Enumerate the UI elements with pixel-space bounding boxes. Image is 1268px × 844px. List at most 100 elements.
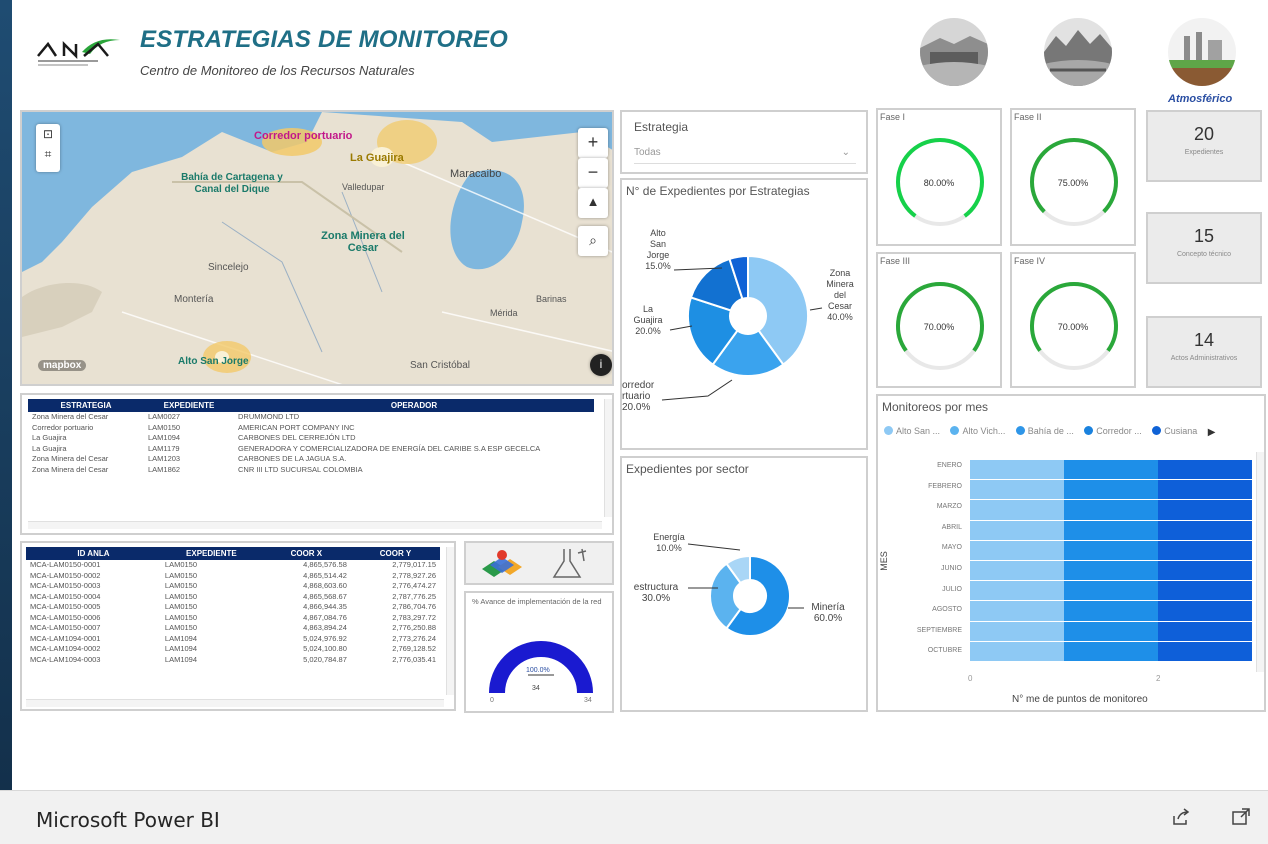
- bar-row[interactable]: [970, 621, 1252, 641]
- bar-segment[interactable]: [1064, 520, 1158, 540]
- bar-segment[interactable]: [1158, 601, 1252, 621]
- table-row[interactable]: MCA-LAM1094-0003 LAM1094 5,020,784.87 2,776…: [26, 655, 440, 666]
- table-row[interactable]: MCA-LAM0150-0006 LAM0150 4,867,084.76 2,783…: [26, 613, 440, 624]
- zoom-in-button[interactable]: +: [578, 128, 608, 158]
- table-row[interactable]: Zona Minera del Cesar LAM1203 CARBONES DE …: [28, 454, 594, 465]
- legend-item[interactable]: Bahía de ...: [1015, 426, 1074, 436]
- legend-item[interactable]: Alto San ...: [884, 426, 940, 436]
- column-header[interactable]: EXPEDIENTE: [160, 547, 262, 560]
- bar-segment[interactable]: [970, 460, 1064, 480]
- table-row[interactable]: MCA-LAM1094-0001 LAM1094 5,024,976.92 2,773…: [26, 634, 440, 645]
- bar-segment[interactable]: [1158, 460, 1252, 480]
- table-row[interactable]: Corredor portuario LAM0150 AMERICAN PORT C…: [28, 423, 594, 434]
- table-row[interactable]: MCA-LAM0150-0005 LAM0150 4,866,944.35 2,786…: [26, 602, 440, 613]
- table-row[interactable]: Zona Minera del Cesar LAM1862 CNR III LTD …: [28, 465, 594, 476]
- table-row[interactable]: MCA-LAM0150-0002 LAM0150 4,865,514.42 2,778…: [26, 571, 440, 582]
- table-row[interactable]: Zona Minera del Cesar LAM0027 DRUMMOND LTD: [28, 412, 594, 423]
- column-header[interactable]: ID ANLA: [26, 547, 161, 560]
- ring-progress[interactable]: [1030, 138, 1118, 214]
- table-row[interactable]: La Guajira LAM1179 GENERADORA Y COMERCIALI…: [28, 444, 594, 455]
- bar-segment[interactable]: [1064, 460, 1158, 480]
- table-row[interactable]: MCA-LAM0150-0007 LAM0150 4,863,894.24 2,776…: [26, 623, 440, 634]
- bar-row[interactable]: [970, 641, 1252, 661]
- table-row[interactable]: MCA-LAM1094-0002 LAM1094 5,024,100.80 2,769…: [26, 644, 440, 655]
- bar-row[interactable]: [970, 601, 1252, 621]
- table-row[interactable]: MCA-LAM0150-0003 LAM0150 4,868,603.60 2,776…: [26, 581, 440, 592]
- bar-segment[interactable]: [1158, 561, 1252, 581]
- legend-item[interactable]: Alto Vich...: [950, 426, 1005, 436]
- table-row[interactable]: MCA-LAM0150-0001 LAM0150 4,865,576.58 2,779…: [26, 560, 440, 571]
- bar-row[interactable]: [970, 561, 1252, 581]
- strategy-dropdown[interactable]: Todas ⌄: [634, 142, 856, 164]
- bar-segment[interactable]: [970, 621, 1064, 641]
- map-label-barinas: Barinas: [536, 294, 567, 304]
- vertical-scrollbar[interactable]: [1256, 452, 1264, 672]
- bar-segment[interactable]: [970, 520, 1064, 540]
- bar-row[interactable]: [970, 540, 1252, 560]
- bar-segment[interactable]: [1064, 581, 1158, 601]
- atmosferico-icon[interactable]: [1168, 18, 1236, 86]
- ring-progress[interactable]: [1030, 282, 1118, 352]
- bar-segment[interactable]: [1158, 540, 1252, 560]
- ring-progress[interactable]: [896, 282, 984, 352]
- suelo-icon[interactable]: [1044, 18, 1112, 86]
- bar-segment[interactable]: [970, 561, 1064, 581]
- bar-row[interactable]: [970, 500, 1252, 520]
- table-row[interactable]: MCA-LAM0150-0004 LAM0150 4,865,568.67 2,787…: [26, 592, 440, 603]
- horizontal-scrollbar[interactable]: [28, 521, 602, 529]
- column-header[interactable]: COOR Y: [350, 547, 440, 560]
- legend-item[interactable]: Corredor ...: [1084, 426, 1142, 436]
- map-layers-icon[interactable]: [480, 549, 530, 579]
- bar-segment[interactable]: [1158, 641, 1252, 661]
- hidrico-icon[interactable]: [920, 18, 988, 86]
- bar-row[interactable]: [970, 480, 1252, 500]
- bar-segment[interactable]: [1064, 621, 1158, 641]
- bar-segment[interactable]: [1158, 581, 1252, 601]
- map-info-icon[interactable]: i: [590, 354, 612, 376]
- bar-segment[interactable]: [970, 500, 1064, 520]
- share-icon[interactable]: [1170, 806, 1192, 828]
- bar-row[interactable]: [970, 460, 1252, 480]
- bar-segment[interactable]: [970, 581, 1064, 601]
- bar-segment[interactable]: [1064, 561, 1158, 581]
- column-header[interactable]: COOR X: [261, 547, 351, 560]
- column-header[interactable]: EXPEDIENTE: [144, 399, 234, 412]
- table-row[interactable]: La Guajira LAM1094 CARBONES DEL CERREJÓN L…: [28, 433, 594, 444]
- bar-segment[interactable]: [970, 601, 1064, 621]
- bar-segment[interactable]: [1158, 480, 1252, 500]
- legend-item[interactable]: Cusiana: [1152, 426, 1197, 436]
- vertical-scrollbar[interactable]: [446, 547, 454, 695]
- bar-segment[interactable]: [1064, 540, 1158, 560]
- horizontal-scrollbar[interactable]: [26, 699, 444, 707]
- bar-segment[interactable]: [970, 480, 1064, 500]
- bar-row[interactable]: [970, 581, 1252, 601]
- compass-button[interactable]: ▲: [578, 188, 608, 218]
- zoom-out-button[interactable]: −: [578, 158, 608, 188]
- bar-segment[interactable]: [1064, 500, 1158, 520]
- flask-icon[interactable]: [550, 547, 590, 581]
- bar-segment[interactable]: [1158, 500, 1252, 520]
- stacked-bars[interactable]: [970, 460, 1252, 662]
- bar-segment[interactable]: [1064, 480, 1158, 500]
- bar-segment[interactable]: [1064, 641, 1158, 661]
- vertical-scrollbar[interactable]: [604, 399, 612, 517]
- bar-segment[interactable]: [1158, 520, 1252, 540]
- map-search-button[interactable]: ⌕: [578, 226, 608, 256]
- column-header[interactable]: ESTRATEGIA: [28, 399, 144, 412]
- map-visual[interactable]: Corredor portuario La Guajira Bahía de C…: [20, 110, 614, 386]
- kpi-expedientes[interactable]: 20 Expedientes: [1146, 110, 1262, 182]
- kpi-concepto-tecnico[interactable]: 15 Concepto técnico: [1146, 212, 1262, 284]
- mapbox-logo[interactable]: mapbox: [38, 360, 87, 371]
- legend-next-icon[interactable]: ▶: [1208, 427, 1216, 438]
- gauge-title: % Avance de implementación de la red: [472, 597, 602, 606]
- bar-segment[interactable]: [1158, 621, 1252, 641]
- bar-row[interactable]: [970, 520, 1252, 540]
- column-header[interactable]: OPERADOR: [234, 399, 594, 412]
- expand-icon[interactable]: [1230, 806, 1252, 828]
- bar-segment[interactable]: [1064, 601, 1158, 621]
- tools-panel: [464, 541, 614, 585]
- kpi-actos-administrativos[interactable]: 14 Actos Administrativos: [1146, 316, 1262, 388]
- map-selection-tools[interactable]: ⊡ ⌗: [36, 124, 60, 172]
- bar-segment[interactable]: [970, 641, 1064, 661]
- bar-segment[interactable]: [970, 540, 1064, 560]
